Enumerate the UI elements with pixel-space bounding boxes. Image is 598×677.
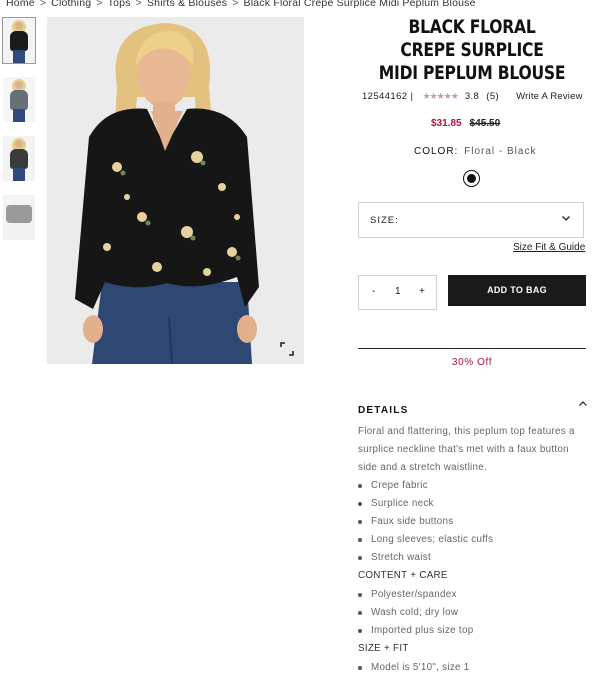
content-list: Polyester/spandex Wash cold; dry low Imp… xyxy=(358,586,590,640)
quantity-value[interactable]: 1 xyxy=(395,286,401,297)
list-item: Polyester/spandex xyxy=(358,586,590,604)
list-item-text: Imported plus size top xyxy=(371,625,474,636)
breadcrumb: Home > Clothing > Tops > Shirts & Blouses > Blac… xyxy=(6,0,476,9)
chevron-up-icon[interactable] xyxy=(578,399,588,409)
quantity-stepper: - 1 + xyxy=(358,275,437,310)
list-item: Crepe fabric xyxy=(358,477,590,495)
size-fit-heading: SIZE + FIT xyxy=(358,643,409,654)
product-main-image[interactable] xyxy=(47,17,304,364)
breadcrumb-current: Black Floral Crepe Surplice Midi Peplum … xyxy=(243,0,476,9)
divider xyxy=(358,348,586,349)
list-item-text: Faux side buttons xyxy=(371,516,454,527)
details-heading[interactable]: DETAILS xyxy=(358,405,408,416)
breadcrumb-separator: > xyxy=(39,0,47,9)
size-select[interactable]: SIZE: xyxy=(358,202,584,238)
color-label: COLOR: Floral - Black xyxy=(414,146,536,157)
thumbnail-1[interactable] xyxy=(2,17,36,64)
thumbnail-3[interactable] xyxy=(3,136,35,181)
fit-list: Model is 5'10", size 1 xyxy=(358,659,590,677)
product-title: BLACK FLORAL CREPE SURPLICE MIDI PEPLUM … xyxy=(378,16,566,84)
original-price: $45.50 xyxy=(469,118,501,129)
list-item: Surplice neck xyxy=(358,495,590,513)
rating-stars-icon: ★★★★★ xyxy=(422,91,458,101)
thumbnail-4[interactable] xyxy=(3,195,35,240)
breadcrumb-clothing[interactable]: Clothing xyxy=(51,0,91,9)
breadcrumb-tops[interactable]: Tops xyxy=(108,0,131,9)
list-item: Wash cold; dry low xyxy=(358,604,590,622)
size-label: SIZE: xyxy=(370,215,399,226)
color-label-text: COLOR: xyxy=(414,146,459,157)
color-swatch-black[interactable] xyxy=(463,170,480,187)
swatch-dot xyxy=(466,173,476,183)
breadcrumb-shirts-blouses[interactable]: Shirts & Blouses xyxy=(147,0,227,9)
product-sku: 12544162 xyxy=(362,91,408,102)
thumbnail-2[interactable] xyxy=(3,77,35,122)
price-block: $31.85 $45.50 xyxy=(431,118,500,129)
list-item-text: Polyester/spandex xyxy=(371,589,457,600)
thumbnail-list xyxy=(2,17,36,254)
feature-list: Crepe fabric Surplice neck Faux side but… xyxy=(358,477,590,567)
details-description: Floral and flattering, this peplum top f… xyxy=(358,426,575,473)
list-item: Model is 5'10", size 1 xyxy=(358,659,590,677)
color-value: Floral - Black xyxy=(464,146,537,157)
breadcrumb-separator: > xyxy=(96,0,103,9)
quantity-increase-button[interactable]: + xyxy=(419,286,425,297)
size-guide-link[interactable]: Size Fit & Guide xyxy=(513,242,585,253)
list-item: Long sleeves; elastic cuffs xyxy=(358,531,590,549)
list-item-text: Surplice neck xyxy=(371,498,434,509)
quantity-decrease-button[interactable]: - xyxy=(372,286,375,297)
breadcrumb-separator: > xyxy=(135,0,142,9)
list-item-text: Wash cold; dry low xyxy=(371,607,459,618)
sku-separator: | xyxy=(410,91,414,102)
list-item: Stretch waist xyxy=(358,549,590,567)
product-meta: 12544162 | ★★★★★ 3.8 (5) Write A Review xyxy=(362,91,583,102)
promo-text: 30% Off xyxy=(451,357,493,368)
sale-price: $31.85 xyxy=(431,118,462,129)
add-to-bag-button[interactable]: ADD TO BAG xyxy=(448,275,586,306)
list-item-text: Stretch waist xyxy=(371,552,431,563)
expand-icon[interactable] xyxy=(280,342,294,356)
list-item: Faux side buttons xyxy=(358,513,590,531)
content-care-heading: CONTENT + CARE xyxy=(358,570,448,581)
list-item: Imported plus size top xyxy=(358,622,590,640)
list-item-text: Crepe fabric xyxy=(371,480,428,491)
model-illustration xyxy=(47,17,304,364)
review-count[interactable]: (5) xyxy=(486,91,499,102)
breadcrumb-home[interactable]: Home xyxy=(6,0,35,9)
list-item-text: Model is 5'10", size 1 xyxy=(371,662,470,673)
chevron-down-icon xyxy=(562,216,570,221)
rating-value: 3.8 xyxy=(464,91,480,102)
write-review-link[interactable]: Write A Review xyxy=(516,91,583,102)
list-item-text: Long sleeves; elastic cuffs xyxy=(371,534,494,545)
breadcrumb-separator: > xyxy=(232,0,239,9)
